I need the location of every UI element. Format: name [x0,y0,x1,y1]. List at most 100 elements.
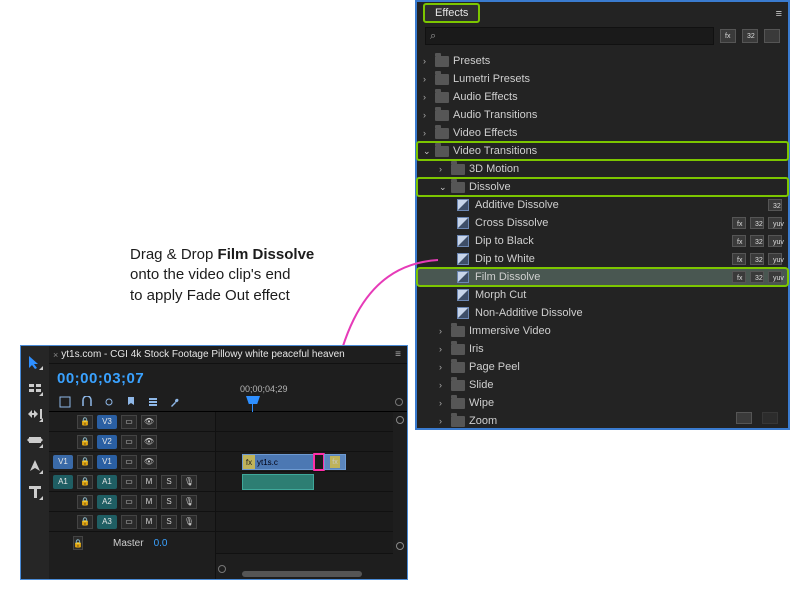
eye-icon[interactable]: 👁 [141,415,157,429]
chevron-right-icon[interactable]: › [423,92,433,102]
track-header-v2[interactable]: V1 🔒 V2 ▭ 👁 [49,432,215,452]
type-tool-icon[interactable] [27,484,43,500]
toggle-output-icon[interactable]: ▭ [121,455,137,469]
lane-a3[interactable] [216,512,393,532]
timeline-canvas[interactable]: fx yt1s.c fx [215,412,407,579]
slip-tool-icon[interactable] [27,432,43,448]
video-clip[interactable]: fx yt1s.c [242,454,314,470]
chevron-right-icon[interactable]: › [439,164,449,174]
effects-folder-3d-motion[interactable]: ›3D Motion [417,160,788,178]
effects-folder-presets[interactable]: ›Presets [417,52,788,70]
chevron-right-icon[interactable]: › [439,416,449,426]
eye-icon[interactable]: 👁 [141,455,157,469]
toggle-output-icon[interactable]: ▭ [121,515,137,529]
effects-panel-tab[interactable]: Effects [423,3,480,23]
chevron-right-icon[interactable]: › [423,56,433,66]
effects-folder-audio-effects[interactable]: ›Audio Effects [417,88,788,106]
eye-icon[interactable]: 👁 [141,435,157,449]
mute-button[interactable]: M [141,515,157,529]
toggle-output-icon[interactable]: ▭ [121,415,137,429]
scroll-indicator[interactable] [395,398,403,406]
effects-folder-page-peel[interactable]: ›Page Peel [417,358,788,376]
snap-icon[interactable] [81,396,93,408]
voiceover-icon[interactable]: 🎙 [181,495,197,509]
lock-icon[interactable]: 🔒 [73,536,83,550]
effect-item-dip-to-black[interactable]: Dip to Black [417,232,788,250]
accelerated-fx-icon[interactable] [720,29,736,43]
lane-v3[interactable] [216,412,393,432]
mute-button[interactable]: M [141,475,157,489]
voiceover-icon[interactable]: 🎙 [181,515,197,529]
pen-tool-icon[interactable] [27,458,43,474]
effects-folder-lumetri-presets[interactable]: ›Lumetri Presets [417,70,788,88]
effects-folder-immersive-video[interactable]: ›Immersive Video [417,322,788,340]
lock-icon[interactable]: 🔒 [77,495,93,509]
chevron-right-icon[interactable]: › [423,128,433,138]
effect-item-film-dissolve[interactable]: Film Dissolve [417,268,788,286]
effects-folder-audio-transitions[interactable]: ›Audio Transitions [417,106,788,124]
source-patch-v1[interactable]: V1 [53,455,73,469]
toggle-output-icon[interactable]: ▭ [121,435,137,449]
horizontal-scrollbar[interactable] [242,571,362,577]
video-clip-tail[interactable]: fx [324,454,346,470]
ripple-edit-tool-icon[interactable] [27,406,43,422]
timeline-panel-menu-icon[interactable]: ≡ [395,349,401,360]
solo-button[interactable]: S [161,515,177,529]
lane-v2[interactable] [216,432,393,452]
effects-folder-zoom[interactable]: ›Zoom [417,412,788,430]
source-patch-a1[interactable]: A1 [53,475,73,489]
effects-folder-iris[interactable]: ›Iris [417,340,788,358]
voiceover-icon[interactable]: 🎙 [181,475,197,489]
nest-toggle-icon[interactable] [59,396,71,408]
track-header-v1[interactable]: V1 🔒 V1 ▭ 👁 [49,452,215,472]
chevron-right-icon[interactable]: › [423,74,433,84]
effects-folder-slide[interactable]: ›Slide [417,376,788,394]
lane-v1[interactable]: fx yt1s.c fx [216,452,393,472]
32bit-icon[interactable] [742,29,758,43]
lock-icon[interactable]: 🔒 [77,415,93,429]
zoom-out-icon[interactable] [218,565,226,573]
chevron-right-icon[interactable]: › [439,380,449,390]
chevron-down-icon[interactable]: ⌄ [439,182,449,193]
lane-a2[interactable] [216,492,393,512]
track-header-v3[interactable]: V1 🔒 V3 ▭ 👁 [49,412,215,432]
lock-icon[interactable]: 🔒 [77,455,93,469]
chevron-right-icon[interactable]: › [439,344,449,354]
effect-item-dip-to-white[interactable]: Dip to White [417,250,788,268]
toggle-output-icon[interactable]: ▭ [121,475,137,489]
master-value[interactable]: 0.0 [154,538,168,549]
vscroll-bot-dot[interactable] [396,542,404,550]
lane-a1[interactable] [216,472,393,492]
lock-icon[interactable]: 🔒 [77,515,93,529]
selection-tool-icon[interactable] [27,354,43,370]
effect-item-morph-cut[interactable]: Morph Cut [417,286,788,304]
track-header-a3[interactable]: A1 🔒 A3 ▭ M S 🎙 [49,512,215,532]
chevron-down-icon[interactable]: ⌄ [423,146,433,157]
chevron-right-icon[interactable]: › [439,398,449,408]
track-select-tool-icon[interactable] [27,380,43,396]
toggle-output-icon[interactable]: ▭ [121,495,137,509]
effect-item-cross-dissolve[interactable]: Cross Dissolve [417,214,788,232]
effects-folder-video-effects[interactable]: ›Video Effects [417,124,788,142]
wrench-icon[interactable] [169,396,181,408]
settings-icon[interactable] [147,396,159,408]
sequence-tab[interactable]: yt1s.com - CGI 4k Stock Footage Pillowy … [61,349,344,360]
effects-folder-dissolve[interactable]: ⌄Dissolve [417,178,788,196]
effect-item-non-additive-dissolve[interactable]: Non-Additive Dissolve [417,304,788,322]
lock-icon[interactable]: 🔒 [77,435,93,449]
delete-icon[interactable] [762,412,778,424]
playhead-timecode[interactable]: 00;00;03;07 [57,370,215,387]
linked-selection-icon[interactable] [103,396,115,408]
lane-master[interactable] [216,532,393,554]
solo-button[interactable]: S [161,475,177,489]
effects-folder-wipe[interactable]: ›Wipe [417,394,788,412]
new-bin-icon[interactable] [736,412,752,424]
panel-menu-icon[interactable]: ≡ [776,8,782,20]
chevron-right-icon[interactable]: › [439,362,449,372]
mute-button[interactable]: M [141,495,157,509]
chevron-right-icon[interactable]: › [423,110,433,120]
chevron-right-icon[interactable]: › [439,326,449,336]
solo-button[interactable]: S [161,495,177,509]
track-header-a2[interactable]: A1 🔒 A2 ▭ M S 🎙 [49,492,215,512]
close-seq-icon[interactable]: × [53,350,58,360]
